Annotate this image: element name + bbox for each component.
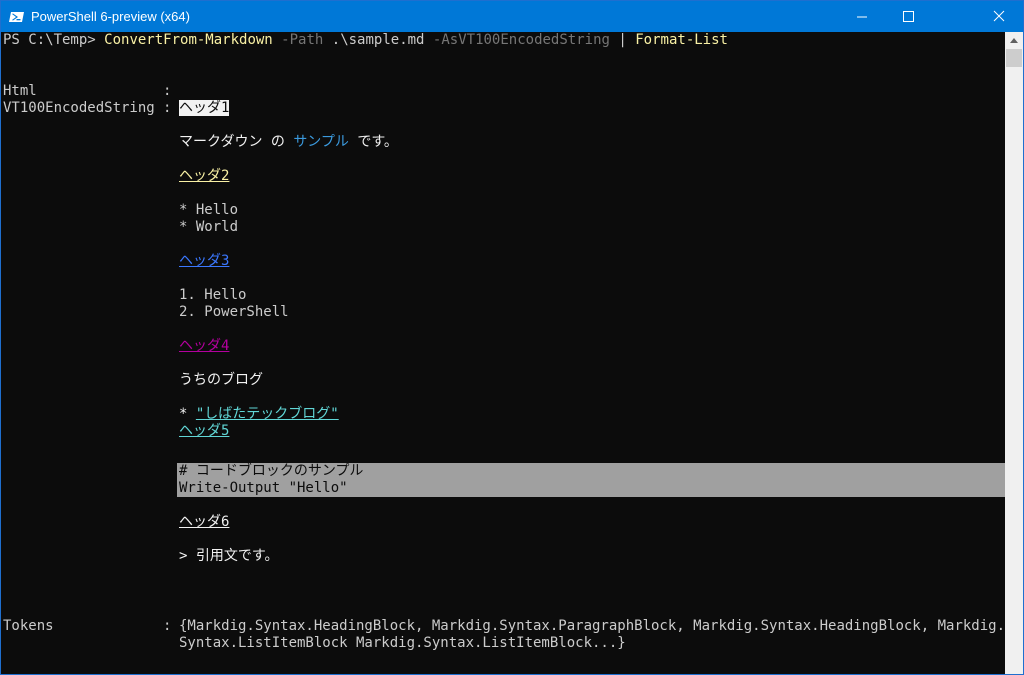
- html-separator: :: [163, 83, 172, 99]
- prompt: PS C:\Temp>: [3, 32, 105, 48]
- heading-3-text: ヘッダ3: [179, 253, 230, 269]
- close-icon: [993, 10, 1005, 22]
- vertical-scrollbar[interactable]: [1005, 32, 1023, 674]
- blog-link[interactable]: "しばたテックブログ": [196, 406, 339, 422]
- heading-5-text: ヘッダ5: [179, 423, 230, 439]
- heading-4: ヘッダ4: [179, 338, 229, 355]
- paragraph-1: マークダウン の サンプル です。: [179, 134, 398, 151]
- paragraph-1-emphasis: サンプル: [293, 134, 349, 150]
- path-parameter: -Path: [281, 32, 324, 48]
- paragraph-1-start: マークダウン の: [179, 134, 294, 150]
- minimize-button[interactable]: [839, 1, 885, 32]
- paragraph-1-end: です。: [348, 134, 398, 150]
- list-item: 1. Hello: [179, 287, 247, 303]
- powershell-window: PowerShell 6-preview (x64) PS C:\Temp> C…: [0, 0, 1024, 675]
- powershell-icon: [9, 12, 24, 22]
- list-item: * World: [179, 219, 239, 235]
- heading-5: ヘッダ5: [179, 423, 229, 440]
- code-line: # コードブロックのサンプル: [179, 463, 364, 479]
- title-bar[interactable]: PowerShell 6-preview (x64): [1, 1, 1023, 32]
- heading-3: ヘッダ3: [179, 253, 229, 270]
- maximize-icon: [903, 11, 914, 22]
- heading-4-text: ヘッダ4: [179, 338, 230, 354]
- encoding-parameter: -AsVT100EncodedString: [432, 32, 610, 48]
- heading-2: ヘッダ2: [179, 168, 229, 185]
- scrollbar-thumb[interactable]: [1006, 49, 1022, 67]
- heading-6: ヘッダ6: [179, 514, 229, 531]
- format-list-cmdlet: Format-List: [635, 32, 728, 48]
- html-label: Html: [3, 83, 37, 99]
- link-bullet: *: [179, 406, 196, 422]
- code-line: Write-Output "Hello": [179, 480, 348, 496]
- heading-1-text: ヘッダ1: [179, 100, 230, 116]
- blockquote: > 引用文です。: [179, 548, 279, 564]
- list-item: * Hello: [179, 202, 239, 218]
- tokens-value-continued: Syntax.ListItemBlock Markdig.Syntax.List…: [179, 635, 626, 651]
- tokens-separator: :: [163, 618, 172, 634]
- vt100-separator: :: [163, 100, 172, 116]
- command-line: PS C:\Temp> ConvertFrom-Markdown -Path .…: [3, 32, 728, 49]
- heading-1: ヘッダ1: [179, 100, 230, 117]
- chevron-up-icon[interactable]: [1005, 32, 1023, 49]
- list-item: 2. PowerShell: [179, 304, 289, 320]
- blog-link-item: * "しばたテックブログ": [179, 406, 339, 423]
- paragraph-2: うちのブログ: [179, 372, 263, 388]
- maximize-button[interactable]: [885, 1, 931, 32]
- pipe-operator: |: [618, 32, 627, 48]
- heading-6-text: ヘッダ6: [179, 514, 230, 530]
- tokens-label: Tokens: [3, 618, 54, 634]
- vt100-label: VT100EncodedString: [3, 100, 155, 116]
- cmdlet-name: ConvertFrom-Markdown: [104, 32, 273, 48]
- minimize-icon: [857, 16, 867, 18]
- close-button[interactable]: [931, 1, 1023, 32]
- path-argument: .\sample.md: [331, 32, 425, 48]
- heading-2-text: ヘッダ2: [179, 168, 230, 184]
- tokens-value: {Markdig.Syntax.HeadingBlock, Markdig.Sy…: [179, 618, 1005, 634]
- console-output[interactable]: PS C:\Temp> ConvertFrom-Markdown -Path .…: [1, 32, 1005, 674]
- window-title: PowerShell 6-preview (x64): [31, 9, 190, 24]
